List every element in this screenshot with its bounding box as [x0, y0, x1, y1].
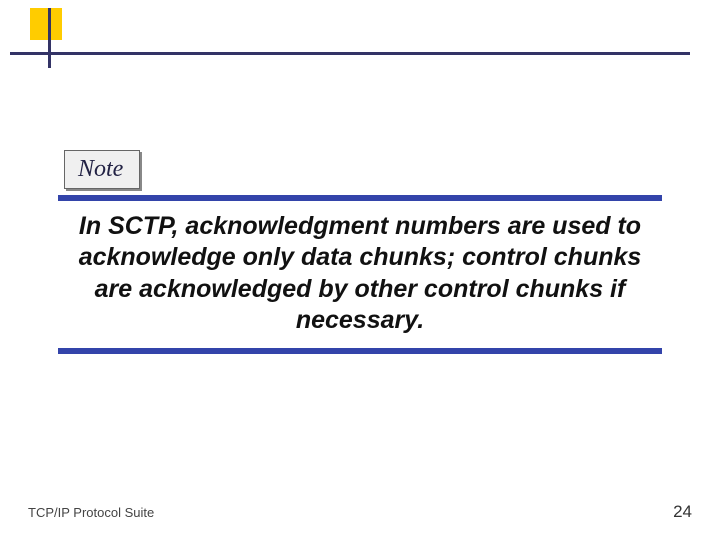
- note-label: Note: [78, 156, 123, 182]
- note-content-box: In SCTP, acknowledgment numbers are used…: [58, 195, 662, 354]
- note-label-box: Note: [64, 150, 140, 189]
- horizontal-rule: [10, 52, 690, 55]
- accent-square: [30, 8, 62, 40]
- slide-decoration: [10, 8, 690, 68]
- note-body-text: In SCTP, acknowledgment numbers are used…: [72, 211, 648, 336]
- slide-footer: TCP/IP Protocol Suite 24: [0, 502, 720, 522]
- vertical-rule: [48, 8, 51, 68]
- note-block: Note In SCTP, acknowledgment numbers are…: [58, 150, 662, 354]
- footer-page-number: 24: [673, 502, 692, 522]
- footer-source: TCP/IP Protocol Suite: [28, 505, 154, 520]
